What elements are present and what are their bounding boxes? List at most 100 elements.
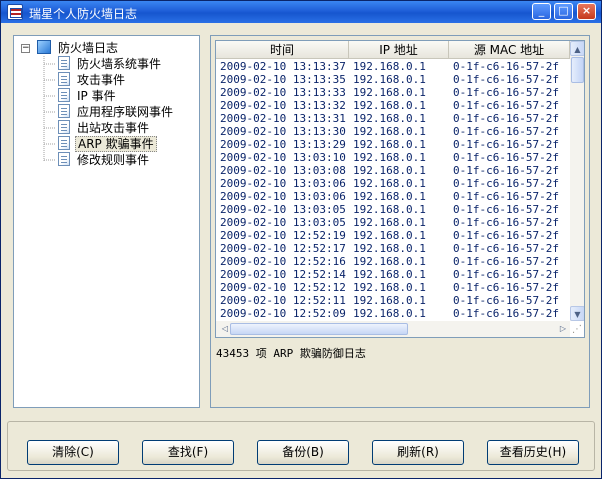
ip-cell: 192.168.0.1 — [353, 268, 426, 281]
time-cell: 2009-02-10 13:13:33 — [220, 86, 346, 99]
scroll-up-icon[interactable]: ▲ — [570, 41, 584, 56]
ip-cell: 192.168.0.1 — [353, 242, 426, 255]
vertical-scrollbar[interactable]: ▲ ▼ — [570, 41, 584, 321]
table-row[interactable]: 2009-02-10 13:13:35 192.168.0.1 0-1f-c6-16… — [216, 73, 570, 86]
table-row[interactable]: 2009-02-10 13:03:05 192.168.0.1 0-1f-c6-16… — [216, 216, 570, 229]
tree-item-label: ARP 欺骗事件 — [75, 136, 157, 152]
collapse-toggle-icon[interactable]: − — [21, 44, 30, 53]
document-icon — [58, 104, 70, 118]
view-history-button[interactable]: 查看历史(H) — [487, 440, 579, 465]
ip-cell: 192.168.0.1 — [353, 86, 426, 99]
table-row[interactable]: 2009-02-10 13:13:31 192.168.0.1 0-1f-c6-16… — [216, 112, 570, 125]
tree-item-ip-events[interactable]: IP 事件 — [58, 88, 118, 104]
mac-cell: 0-1f-c6-16-57-2f — [453, 73, 559, 86]
log-table: 时间 IP 地址 源 MAC 地址 2009-02-10 13:13:37 192… — [215, 40, 585, 338]
table-row[interactable]: 2009-02-10 13:03:08 192.168.0.1 0-1f-c6-16… — [216, 164, 570, 177]
ip-cell: 192.168.0.1 — [353, 138, 426, 151]
scroll-down-icon[interactable]: ▼ — [570, 306, 584, 321]
column-header-mac[interactable]: 源 MAC 地址 — [449, 41, 570, 59]
refresh-button[interactable]: 刷新(R) — [372, 440, 464, 465]
tree-item-attack-events[interactable]: 攻击事件 — [58, 72, 127, 88]
tree-item-label: 攻击事件 — [77, 73, 126, 87]
table-row[interactable]: 2009-02-10 12:52:11 192.168.0.1 0-1f-c6-16… — [216, 294, 570, 307]
tree-item-arp-spoof-events[interactable]: ARP 欺骗事件 — [58, 136, 157, 152]
tree-item-label: 出站攻击事件 — [77, 121, 150, 135]
table-row[interactable]: 2009-02-10 12:52:12 192.168.0.1 0-1f-c6-16… — [216, 281, 570, 294]
firewall-log-icon — [37, 40, 51, 54]
minimize-button[interactable]: _ — [532, 3, 551, 20]
maximize-button[interactable]: □ — [554, 3, 573, 20]
mac-cell: 0-1f-c6-16-57-2f — [453, 281, 559, 294]
ip-cell: 192.168.0.1 — [353, 164, 426, 177]
time-cell: 2009-02-10 13:03:06 — [220, 190, 346, 203]
table-row[interactable]: 2009-02-10 13:13:29 192.168.0.1 0-1f-c6-16… — [216, 138, 570, 151]
time-cell: 2009-02-10 12:52:17 — [220, 242, 346, 255]
backup-button[interactable]: 备份(B) — [257, 440, 349, 465]
resize-grip-icon[interactable]: ⋰ — [572, 324, 584, 336]
time-cell: 2009-02-10 13:13:29 — [220, 138, 346, 151]
table-row[interactable]: 2009-02-10 13:03:10 192.168.0.1 0-1f-c6-16… — [216, 151, 570, 164]
ip-cell: 192.168.0.1 — [353, 229, 426, 242]
ip-cell: 192.168.0.1 — [353, 177, 426, 190]
tree-root[interactable]: 防火墙日志 — [37, 40, 120, 56]
table-row[interactable]: 2009-02-10 13:13:30 192.168.0.1 0-1f-c6-16… — [216, 125, 570, 138]
table-row[interactable]: 2009-02-10 13:13:37 192.168.0.1 0-1f-c6-16… — [216, 60, 570, 73]
time-cell: 2009-02-10 13:03:06 — [220, 177, 346, 190]
table-row[interactable]: 2009-02-10 13:03:05 192.168.0.1 0-1f-c6-16… — [216, 203, 570, 216]
mac-cell: 0-1f-c6-16-57-2f — [453, 99, 559, 112]
column-header-time[interactable]: 时间 — [216, 41, 349, 59]
tree-item-label: 修改规则事件 — [77, 153, 150, 167]
time-cell: 2009-02-10 12:52:16 — [220, 255, 346, 268]
mac-cell: 0-1f-c6-16-57-2f — [453, 60, 559, 73]
mac-cell: 0-1f-c6-16-57-2f — [453, 242, 559, 255]
tree-item-rule-change-events[interactable]: 修改规则事件 — [58, 152, 151, 168]
table-row[interactable]: 2009-02-10 13:03:06 192.168.0.1 0-1f-c6-16… — [216, 177, 570, 190]
table-row[interactable]: 2009-02-10 12:52:17 192.168.0.1 0-1f-c6-16… — [216, 242, 570, 255]
tree-item-system-events[interactable]: 防火墙系统事件 — [58, 56, 163, 72]
time-cell: 2009-02-10 13:13:31 — [220, 112, 346, 125]
ip-cell: 192.168.0.1 — [353, 255, 426, 268]
ip-cell: 192.168.0.1 — [353, 281, 426, 294]
tree-item-app-network-events[interactable]: 应用程序联网事件 — [58, 104, 175, 120]
table-row[interactable]: 2009-02-10 13:13:32 192.168.0.1 0-1f-c6-16… — [216, 99, 570, 112]
mac-cell: 0-1f-c6-16-57-2f — [453, 164, 559, 177]
document-icon — [58, 152, 70, 166]
table-row[interactable]: 2009-02-10 13:13:33 192.168.0.1 0-1f-c6-16… — [216, 86, 570, 99]
table-row[interactable]: 2009-02-10 12:52:09 192.168.0.1 0-1f-c6-16… — [216, 307, 570, 320]
clear-button[interactable]: 清除(C) — [27, 440, 119, 465]
tree-item-label: 应用程序联网事件 — [77, 105, 174, 119]
mac-cell: 0-1f-c6-16-57-2f — [453, 216, 559, 229]
mac-cell: 0-1f-c6-16-57-2f — [453, 294, 559, 307]
horizontal-scroll-thumb[interactable] — [230, 323, 408, 335]
time-cell: 2009-02-10 13:03:05 — [220, 216, 346, 229]
window-title: 瑞星个人防火墙日志 — [29, 7, 138, 21]
mac-cell: 0-1f-c6-16-57-2f — [453, 307, 559, 320]
time-cell: 2009-02-10 12:52:19 — [220, 229, 346, 242]
title-bar[interactable]: 瑞星个人防火墙日志 _ □ × — [1, 1, 601, 23]
tree-item-outbound-attack-events[interactable]: 出站攻击事件 — [58, 120, 151, 136]
log-panel: 时间 IP 地址 源 MAC 地址 2009-02-10 13:13:37 192… — [210, 35, 590, 408]
table-row[interactable]: 2009-02-10 12:52:16 192.168.0.1 0-1f-c6-16… — [216, 255, 570, 268]
horizontal-scrollbar[interactable]: ◁ ▷ — [216, 321, 570, 337]
close-button[interactable]: × — [577, 3, 596, 20]
table-row[interactable]: 2009-02-10 12:52:19 192.168.0.1 0-1f-c6-16… — [216, 229, 570, 242]
table-row[interactable]: 2009-02-10 12:52:14 192.168.0.1 0-1f-c6-16… — [216, 268, 570, 281]
document-icon — [58, 120, 70, 134]
mac-cell: 0-1f-c6-16-57-2f — [453, 86, 559, 99]
mac-cell: 0-1f-c6-16-57-2f — [453, 229, 559, 242]
find-button[interactable]: 查找(F) — [142, 440, 234, 465]
vertical-scroll-thumb[interactable] — [571, 57, 584, 83]
column-header-ip[interactable]: IP 地址 — [349, 41, 449, 59]
scroll-right-icon[interactable]: ▷ — [556, 321, 570, 337]
ip-cell: 192.168.0.1 — [353, 73, 426, 86]
table-row[interactable]: 2009-02-10 13:03:06 192.168.0.1 0-1f-c6-16… — [216, 190, 570, 203]
document-icon — [58, 56, 70, 70]
mac-cell: 0-1f-c6-16-57-2f — [453, 177, 559, 190]
mac-cell: 0-1f-c6-16-57-2f — [453, 151, 559, 164]
time-cell: 2009-02-10 13:13:37 — [220, 60, 346, 73]
mac-cell: 0-1f-c6-16-57-2f — [453, 190, 559, 203]
ip-cell: 192.168.0.1 — [353, 99, 426, 112]
log-count-summary: 43453 项 ARP 欺骗防御日志 — [216, 347, 366, 360]
mac-cell: 0-1f-c6-16-57-2f — [453, 125, 559, 138]
tree-item-label: IP 事件 — [77, 89, 116, 103]
